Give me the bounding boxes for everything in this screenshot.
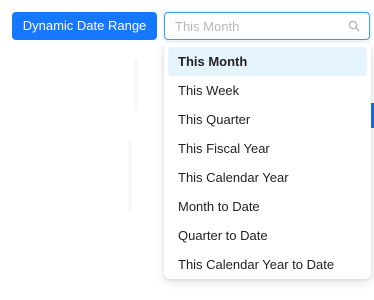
dropdown-option-this-calendar-year-to-date[interactable]: This Calendar Year to Date [168,250,367,279]
dropdown-option-this-calendar-year[interactable]: This Calendar Year [168,163,367,192]
dropdown-option-month-to-date[interactable]: Month to Date [168,192,367,221]
date-range-dropdown-menu: This Month This Week This Quarter This F… [164,43,371,279]
page: Dynamic Date Range This Month This Week … [0,0,374,300]
dropdown-option-this-fiscal-year[interactable]: This Fiscal Year [168,134,367,163]
background-panel-fragment [128,140,132,210]
search-icon [348,20,360,32]
dropdown-option-quarter-to-date[interactable]: Quarter to Date [168,221,367,250]
date-range-search-input[interactable] [175,13,345,39]
date-range-search-field[interactable] [164,12,370,40]
dropdown-option-this-month[interactable]: This Month [168,47,367,76]
dropdown-option-this-week[interactable]: This Week [168,76,367,105]
dropdown-option-this-quarter[interactable]: This Quarter [168,105,367,134]
background-panel-fragment [134,60,138,110]
dynamic-date-range-button[interactable]: Dynamic Date Range [12,12,157,40]
